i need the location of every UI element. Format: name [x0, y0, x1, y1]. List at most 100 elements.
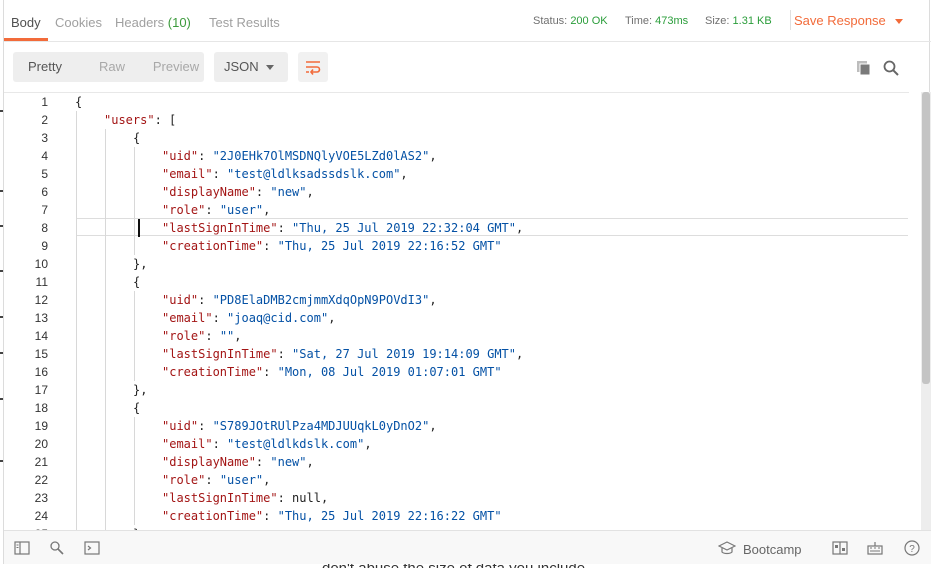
code-line[interactable]: 15 "lastSignInTime": "Sat, 27 Jul 2019 19… — [4, 345, 909, 363]
json-string: "joaq@cid.com" — [227, 311, 329, 325]
scrollbar-thumb[interactable] — [922, 92, 930, 384]
line-number: 10 — [34, 257, 48, 271]
response-tab-bar: Body Cookies Headers (10) Test Results S… — [4, 0, 931, 42]
json-key: "creationTime" — [162, 365, 264, 379]
json-string: "new" — [270, 185, 307, 199]
json-punctuation: : — [277, 347, 293, 361]
json-punctuation: , — [263, 473, 271, 487]
two-pane-view-icon[interactable] — [832, 540, 848, 556]
code-text: "displayName": "new", — [162, 183, 314, 201]
code-line[interactable]: 22 "role": "user", — [4, 471, 909, 489]
line-number: 14 — [34, 329, 48, 343]
size-value[interactable]: 1.31 KB — [733, 15, 772, 27]
code-line[interactable]: 13 "email": "joaq@cid.com", — [4, 309, 909, 327]
code-line[interactable]: 3{ — [4, 129, 909, 147]
code-line[interactable]: 12 "uid": "PD8ElaDMB2cmjmmXdqOpN9POVdI3", — [4, 291, 909, 309]
tab-headers[interactable]: Headers (10) — [115, 15, 191, 30]
response-toolbar: Pretty Raw Preview JSON — [4, 42, 931, 92]
json-punctuation: : — [212, 311, 228, 325]
code-line[interactable]: 19 "uid": "S789JOtRUlPza4MDJUUqkL0yDnO2", — [4, 417, 909, 435]
chevron-down-icon — [266, 65, 274, 70]
json-punctuation: : — [263, 239, 278, 253]
json-string: "Thu, 25 Jul 2019 22:32:04 GMT" — [292, 221, 517, 235]
bootcamp-link[interactable]: Bootcamp — [743, 542, 802, 557]
chevron-down-icon[interactable] — [895, 19, 903, 24]
code-line[interactable]: 18 { — [4, 399, 909, 417]
json-punctuation: { — [133, 275, 141, 289]
json-key: "uid" — [162, 293, 199, 307]
json-punctuation: : — [205, 203, 220, 217]
json-string: "new" — [270, 455, 307, 469]
json-punctuation: : — [255, 185, 271, 199]
code-line[interactable]: 5 "email": "test@ldlksadssdslk.com", — [4, 165, 909, 183]
line-number: 7 — [41, 203, 48, 217]
line-number: 21 — [34, 455, 48, 469]
time-label: Time: — [625, 15, 653, 27]
json-key: "users" — [104, 113, 155, 127]
code-line[interactable]: 4 "uid": "2J0EHk7OlMSDNQlyVOE5LZd0lAS2", — [4, 147, 909, 165]
json-key: "displayName" — [162, 455, 256, 469]
code-text: "creationTime": "Thu, 25 Jul 2019 22:16:… — [162, 237, 502, 255]
code-line[interactable]: 1{ — [4, 93, 909, 111]
help-icon[interactable]: ? — [904, 540, 920, 556]
bootcamp-icon[interactable] — [718, 540, 736, 556]
size-label: Size: — [705, 15, 730, 27]
line-number: 2 — [41, 113, 48, 127]
json-punctuation: : — [205, 329, 220, 343]
code-line[interactable]: 16 "creationTime": "Mon, 08 Jul 2019 01:0… — [4, 363, 909, 381]
code-line[interactable]: 6 "displayName": "new", — [4, 183, 909, 201]
console-icon[interactable] — [84, 540, 100, 556]
json-punctuation: , — [516, 221, 524, 235]
code-text: "users": [ — [104, 111, 176, 129]
code-text: "email": "joaq@cid.com", — [162, 309, 335, 327]
json-key: "lastSignInTime" — [162, 491, 278, 505]
tab-test-results[interactable]: Test Results — [209, 15, 280, 30]
tab-headers-label: Headers — [115, 15, 165, 30]
code-line[interactable]: 2 "users": [ — [4, 111, 909, 129]
format-select[interactable]: JSON — [214, 52, 288, 82]
status-value[interactable]: 200 OK — [570, 15, 607, 27]
code-line[interactable]: 11 { — [4, 273, 909, 291]
json-punctuation: : — [263, 509, 278, 523]
view-mode-pretty[interactable]: Pretty — [13, 52, 77, 82]
line-number: 22 — [34, 473, 48, 487]
code-line[interactable]: 10}, — [4, 255, 909, 273]
find-icon[interactable] — [49, 540, 65, 556]
code-line[interactable]: 9 "creationTime": "Thu, 25 Jul 2019 22:16… — [4, 237, 909, 255]
line-number: 13 — [34, 311, 48, 325]
status-bar: Bootcamp ? — [4, 530, 931, 564]
json-string: "" — [219, 329, 235, 343]
code-text: "email": "test@ldlkdslk.com", — [162, 435, 372, 453]
save-response-button[interactable]: Save Response — [794, 13, 886, 28]
view-mode-preview[interactable]: Preview — [141, 52, 211, 82]
keyboard-shortcuts-icon[interactable] — [867, 540, 883, 556]
code-line[interactable]: 17}, — [4, 381, 909, 399]
response-body-editor[interactable]: 1{2 "users": [3{4 "uid": "2J0EHk7OlMSDNQly… — [4, 92, 909, 530]
view-mode-raw[interactable]: Raw — [77, 52, 147, 82]
code-line[interactable]: 7 "role": "user", — [4, 201, 909, 219]
response-panel: Body Cookies Headers (10) Test Results S… — [3, 0, 931, 564]
code-text: "role": "user", — [162, 471, 270, 489]
code-line[interactable]: 14 "role": "", — [4, 327, 909, 345]
code-line[interactable]: 23 "lastSignInTime": null, — [4, 489, 909, 507]
tab-body[interactable]: Body — [11, 15, 41, 30]
json-string: "test@ldlksadssdslk.com" — [227, 167, 401, 181]
tab-cookies[interactable]: Cookies — [55, 15, 102, 30]
code-line[interactable]: 20 "email": "test@ldlkdslk.com", — [4, 435, 909, 453]
wrap-lines-button[interactable] — [298, 52, 328, 82]
line-number: 18 — [34, 401, 48, 415]
line-number: 11 — [35, 275, 48, 289]
code-text: { — [75, 93, 82, 111]
json-punctuation: : null, — [277, 491, 329, 505]
line-number: 19 — [34, 419, 48, 433]
sidebar-toggle-icon[interactable] — [14, 540, 30, 556]
time-value[interactable]: 473ms — [655, 15, 688, 27]
copy-icon[interactable] — [856, 60, 872, 76]
code-line[interactable]: 24 "creationTime": "Thu, 25 Jul 2019 22:1… — [4, 507, 909, 525]
code-line[interactable]: 21 "displayName": "new", — [4, 453, 909, 471]
vertical-scrollbar[interactable] — [921, 92, 931, 530]
search-icon[interactable] — [882, 59, 900, 77]
json-string: "Sat, 27 Jul 2019 19:14:09 GMT" — [292, 347, 517, 361]
json-punctuation: : [ — [154, 113, 177, 127]
json-punctuation: , — [306, 455, 314, 469]
